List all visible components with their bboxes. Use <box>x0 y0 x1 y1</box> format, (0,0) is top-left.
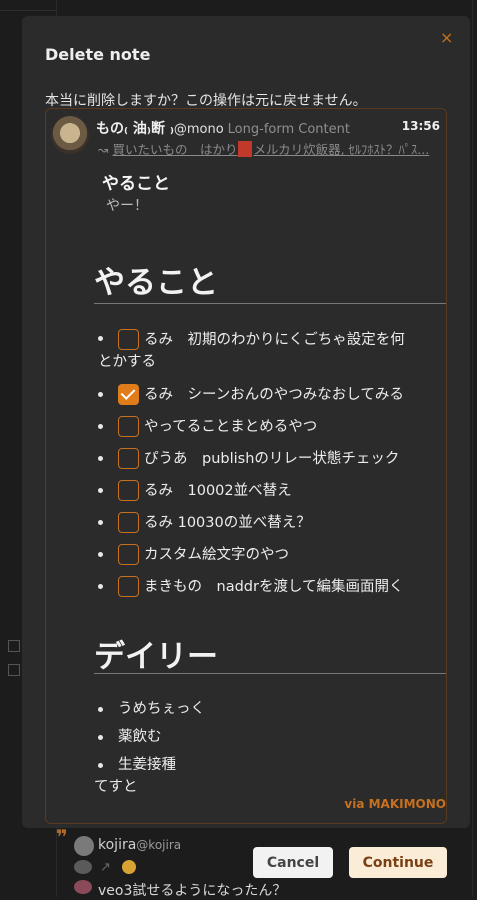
task-label-continued: とかする <box>98 354 156 370</box>
quote-icon: ❞ <box>56 825 68 849</box>
dialog-title: Delete note <box>45 45 151 64</box>
task-list: るみ 初期のわかりにくごちゃ設定を何とかする るみ シーンおんのやつみなおしてみ… <box>98 325 405 603</box>
task-item: ぴうあ publishのリレー状態チェック <box>98 443 405 475</box>
note-summary-subtitle: やー！ <box>106 198 148 214</box>
task-item: るみ シーンおんのやつみなおしてみる <box>98 379 405 411</box>
daily-list: うめちぇっく 薬飲む 生姜接種 <box>98 695 205 779</box>
reply-text-continued: メルカリ炊飯器, ｾﾙﾌﾎｽﾄ？ﾊﾟｽ... <box>253 142 430 157</box>
task-label: るみ 初期のわかりにくごちゃ設定を何 <box>144 332 405 348</box>
dialog-message: 本当に削除しますか？この操作は元に戻せません。 <box>45 93 367 109</box>
background-divider <box>0 10 56 11</box>
via-client-label: via MAKIMONO <box>344 797 446 811</box>
background-sidebar-fragment <box>8 640 22 710</box>
heading-tasks: やること <box>94 265 218 301</box>
daily-item: うめちぇっく <box>98 695 205 723</box>
post-author-handle: @kojira <box>136 838 182 852</box>
task-checkbox[interactable] <box>118 416 139 437</box>
avatar[interactable] <box>74 836 94 856</box>
post-author: kojira@kojira <box>98 837 182 853</box>
task-checkbox[interactable] <box>118 448 139 469</box>
task-checkbox[interactable] <box>118 544 139 565</box>
task-item: まきもの naddrを渡して編集画面開く <box>98 571 405 603</box>
background-divider <box>472 0 473 897</box>
avatar <box>74 880 92 894</box>
delete-note-dialog: × Delete note 本当に削除しますか？この操作は元に戻せません。 もの… <box>22 16 470 828</box>
task-item: るみ 10002並べ替え <box>98 475 405 507</box>
emoji-reaction-icon <box>122 860 136 874</box>
emoji-badge-icon <box>238 141 253 157</box>
note-author-name[interactable]: もの₍ 油₎断 ₎ <box>96 121 174 137</box>
note-author-handle: @mono <box>173 122 224 137</box>
note-reply-context[interactable]: ↝ 買いたいもの はかり メルカリ炊飯器, ｾﾙﾌﾎｽﾄ？ﾊﾟｽ... <box>98 139 429 158</box>
task-item: るみ 初期のわかりにくごちゃ設定を何とかする <box>98 325 405 379</box>
task-item: るみ 10030の並べ替え？ <box>98 507 405 539</box>
heading-divider <box>94 673 446 674</box>
note-summary-title: やること <box>102 174 170 194</box>
task-checkbox[interactable] <box>118 329 139 350</box>
note-tail-text: てすと <box>94 779 138 795</box>
task-checkbox-checked[interactable] <box>118 384 139 405</box>
note-preview-card: もの₍ 油₎断 ₎@mono Long-form Content 13:56 ↝ … <box>45 108 447 824</box>
heading-daily: デイリー <box>94 639 218 675</box>
task-label: カスタム絵文字のやつ <box>144 547 289 563</box>
reply-arrow-icon: ↝ <box>98 142 109 157</box>
daily-item: 薬飲む <box>98 723 205 751</box>
task-label: るみ 10002並べ替え <box>144 483 292 499</box>
reply-text: 買いたいもの はかり <box>112 142 238 157</box>
note-timestamp: 13:56 <box>401 119 440 133</box>
task-label: るみ シーンおんのやつみなおしてみる <box>144 387 404 403</box>
repost-icon[interactable]: ↗ <box>100 860 111 875</box>
note-kind-label: Long-form Content <box>227 122 350 137</box>
close-icon[interactable]: × <box>440 30 453 46</box>
task-checkbox[interactable] <box>118 576 139 597</box>
task-item: カスタム絵文字のやつ <box>98 539 405 571</box>
continue-button[interactable]: Continue <box>349 847 447 878</box>
task-checkbox[interactable] <box>118 480 139 501</box>
task-label: まきもの naddrを渡して編集画面開く <box>144 579 404 595</box>
task-label: ぴうあ publishのリレー状態チェック <box>144 451 400 467</box>
cancel-button[interactable]: Cancel <box>253 847 333 878</box>
heading-divider <box>94 303 446 304</box>
post-text: veo3試せるようになったん？ <box>98 883 287 899</box>
avatar <box>74 860 92 874</box>
avatar[interactable] <box>51 116 89 154</box>
task-checkbox[interactable] <box>118 512 139 533</box>
task-item: やってることまとめるやつ <box>98 411 405 443</box>
task-label: るみ 10030の並べ替え？ <box>144 515 311 531</box>
note-author: もの₍ 油₎断 ₎@mono Long-form Content <box>96 118 350 138</box>
task-label: やってることまとめるやつ <box>144 419 318 435</box>
